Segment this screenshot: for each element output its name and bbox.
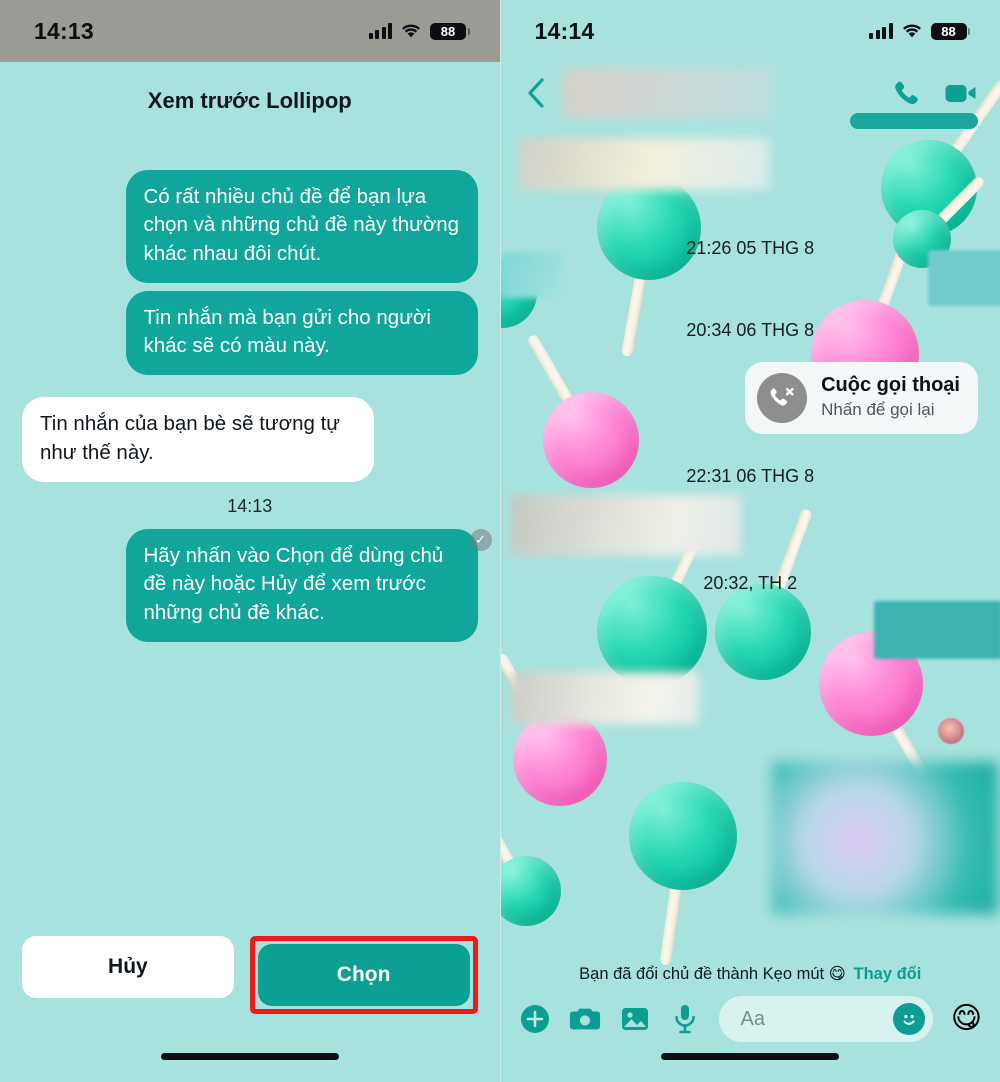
- header-actions: [892, 78, 978, 108]
- redacted-message-block[interactable]: [510, 672, 699, 724]
- microphone-icon[interactable]: [669, 1003, 701, 1035]
- cancel-button[interactable]: Hủy: [22, 936, 234, 998]
- message-timestamp: 20:32, TH 2: [703, 573, 798, 593]
- theme-change-text: Bạn đã đổi chủ đề thành Kẹo mút 😋: [579, 965, 846, 983]
- lollipop-decoration: [714, 507, 813, 680]
- phone-call-icon[interactable]: [892, 78, 922, 108]
- battery-cap: [467, 27, 470, 35]
- status-icons: 88: [368, 22, 470, 40]
- message-bubble-outgoing[interactable]: Có rất nhiều chủ đề để bạn lựa chọn và n…: [125, 170, 478, 283]
- missed-call-text: Cuộc gọi thoại Nhấn để gọi lại: [821, 374, 960, 421]
- page-title: Xem trước Lollipop: [147, 88, 352, 113]
- message-bubble-outgoing[interactable]: Tin nhắn mà bạn gửi cho người khác sẽ có…: [125, 290, 478, 376]
- missed-call-title: Cuộc gọi thoại: [821, 374, 960, 397]
- redacted-message-block[interactable]: [518, 138, 769, 190]
- theme-preview-sheet: Xem trước Lollipop Có rất nhiều chủ đề đ…: [0, 62, 500, 1082]
- message-row: Tin nhắn mà bạn gửi cho người khác sẽ có…: [0, 290, 500, 376]
- smiley-sticker-icon[interactable]: [892, 1003, 925, 1035]
- message-input-placeholder: Aa: [740, 1007, 765, 1030]
- camera-icon[interactable]: [569, 1003, 601, 1035]
- confirm-button-highlight: Chọn: [249, 936, 478, 1014]
- battery-icon: 88: [930, 22, 967, 40]
- lollipop-decoration: [500, 652, 607, 806]
- message-row: Tin nhắn của bạn bè sẽ tương tự như thế …: [0, 397, 500, 482]
- message-bubble-outgoing[interactable]: Hãy nhấn vào Chọn để dùng chủ đề này hoặ…: [125, 528, 478, 642]
- preview-message-list: Có rất nhiều chủ đề để bạn lựa chọn và n…: [0, 170, 500, 642]
- message-timestamp: 20:34 06 THG 8: [686, 320, 815, 340]
- theme-change-note: Bạn đã đổi chủ đề thành Kẹo mút 😋 Thay đ…: [501, 964, 1000, 984]
- lollipop-decoration: [500, 805, 561, 926]
- redacted-message-block[interactable]: [874, 601, 1000, 659]
- video-camera-icon[interactable]: [944, 80, 978, 106]
- status-bar-right: 14:14 88: [501, 0, 1000, 62]
- home-indicator[interactable]: [661, 1053, 840, 1060]
- message-timestamp: 14:13: [227, 495, 273, 516]
- chat-header: [501, 62, 1000, 124]
- lollipop-decoration: [596, 176, 701, 357]
- message-bubble-incoming[interactable]: Tin nhắn của bạn bè sẽ tương tự như thế …: [22, 397, 374, 482]
- status-icons: 88: [869, 22, 970, 40]
- message-composer: Aa 😋: [501, 992, 1000, 1046]
- status-time: 14:14: [534, 17, 595, 44]
- message-row: Hãy nhấn vào Chọn để dùng chủ đề này hoặ…: [0, 528, 500, 642]
- check-circle-icon: ✓: [469, 528, 492, 551]
- sheet-action-bar: Hủy Chọn: [0, 936, 500, 1014]
- right-phone-screen: 14:14 88 21:26 05 THG 8 20:34 06 THG 8 2…: [499, 0, 1000, 1082]
- left-phone-screen: 14:13 88 Xem trước Lollipop Có rất nhiều…: [0, 0, 500, 1082]
- dual-screenshot: 14:13 88 Xem trước Lollipop Có rất nhiều…: [0, 0, 1000, 1082]
- image-icon[interactable]: [619, 1003, 651, 1035]
- avatar: [938, 718, 964, 744]
- lollipop-decoration: [880, 78, 1000, 236]
- message-timestamp: 22:31 06 THG 8: [686, 466, 815, 486]
- redacted-media-message[interactable]: [772, 762, 998, 914]
- home-indicator[interactable]: [160, 1053, 339, 1060]
- plus-circle-icon[interactable]: [519, 1003, 551, 1035]
- change-theme-link[interactable]: Thay đổi: [853, 965, 921, 983]
- status-time: 14:13: [34, 17, 94, 44]
- missed-call-card[interactable]: Cuộc gọi thoại Nhấn để gọi lại: [745, 362, 978, 434]
- wifi-icon: [902, 23, 922, 39]
- wifi-icon: [401, 23, 421, 39]
- message-timestamp: 21:26 05 THG 8: [686, 238, 815, 258]
- contact-name-redacted[interactable]: [562, 68, 771, 118]
- missed-call-icon: [757, 373, 808, 423]
- back-chevron-icon[interactable]: [523, 76, 549, 110]
- missed-call-subtitle: Nhấn để gọi lại: [821, 400, 935, 420]
- emoji-quick-button[interactable]: 😋: [951, 1004, 982, 1034]
- message-input[interactable]: Aa: [718, 996, 933, 1042]
- message-row: Có rất nhiều chủ đề để bạn lựa chọn và n…: [0, 170, 500, 283]
- cellular-signal-icon: [368, 23, 392, 39]
- status-bar-left: 14:13 88: [0, 0, 500, 62]
- redacted-message-block[interactable]: [510, 495, 741, 555]
- select-theme-button[interactable]: Chọn: [257, 944, 470, 1006]
- battery-icon: 88: [430, 22, 466, 40]
- battery-cap: [968, 27, 970, 35]
- cellular-signal-icon: [869, 23, 893, 39]
- lollipop-decoration: [628, 782, 737, 966]
